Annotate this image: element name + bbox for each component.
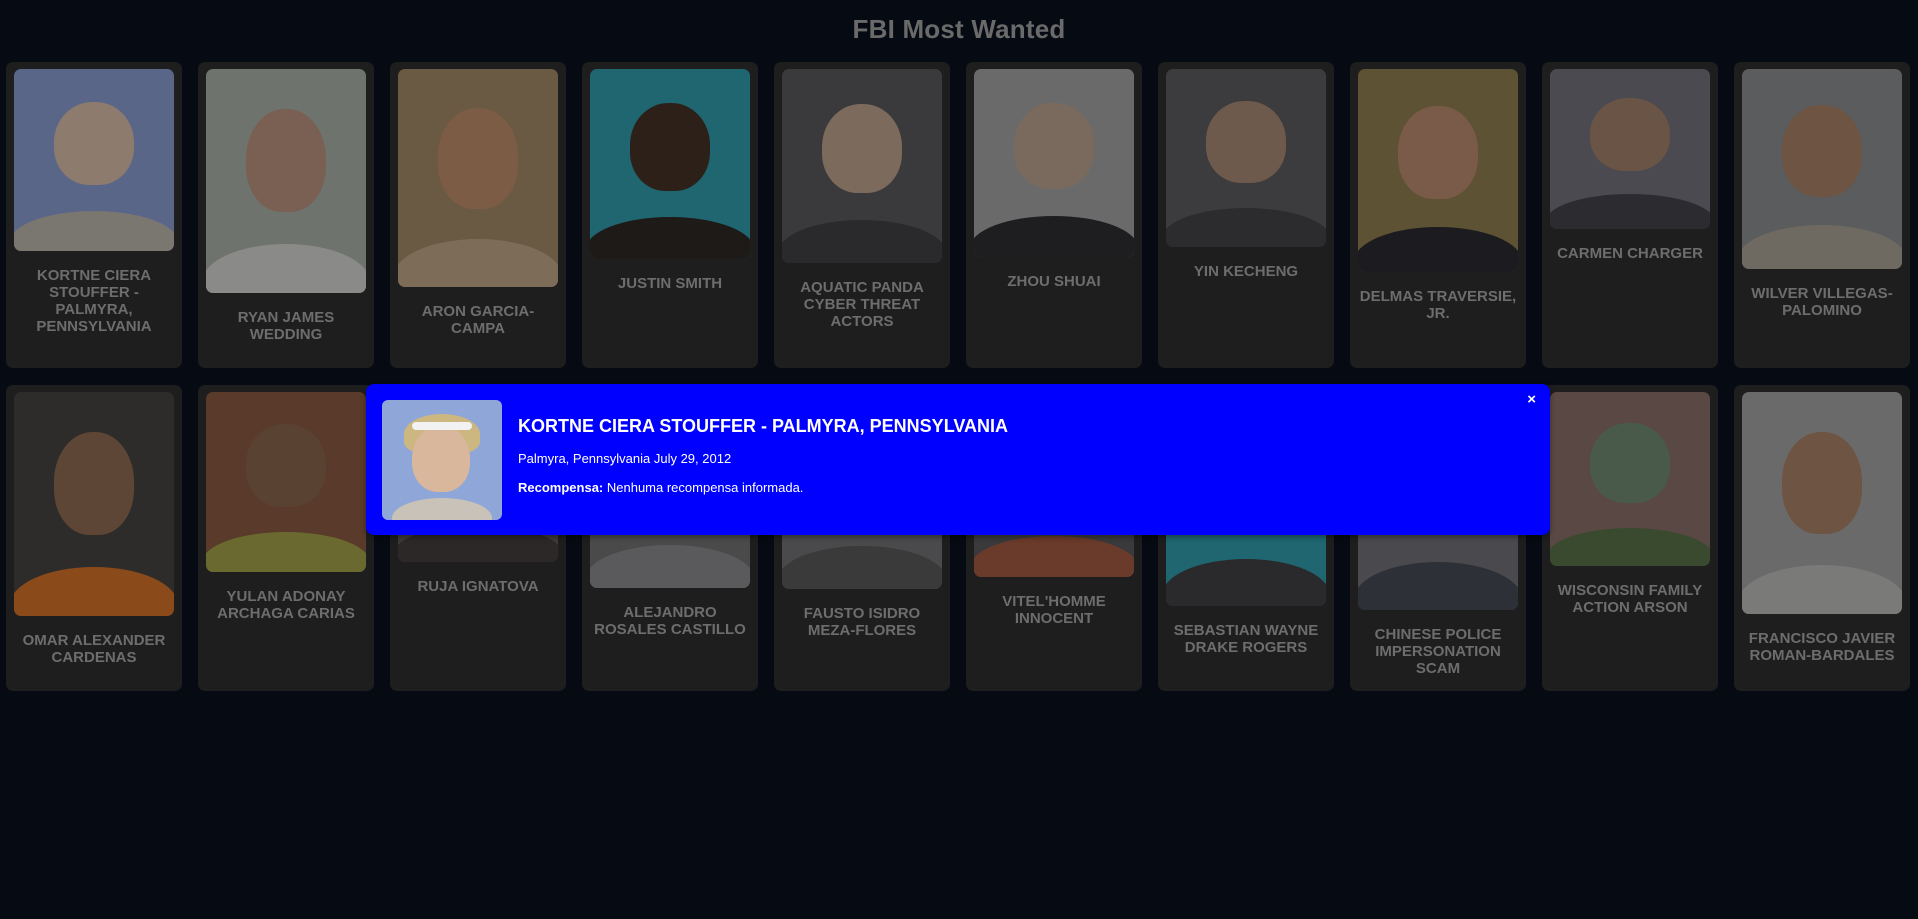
wanted-photo	[14, 392, 174, 616]
wanted-name: VITEL'HOMME INNOCENT	[1002, 593, 1106, 627]
wanted-photo	[206, 69, 366, 293]
wanted-card[interactable]: AQUATIC PANDA CYBER THREAT ACTORS	[774, 62, 950, 368]
wanted-name: KORTNE CIERA STOUFFER - PALMYRA, PENNSYL…	[36, 267, 152, 335]
wanted-card[interactable]: FRANCISCO JAVIER ROMAN-BARDALES	[1734, 385, 1910, 691]
wanted-card[interactable]: CARMEN CHARGER	[1542, 62, 1718, 368]
wanted-photo	[1550, 392, 1710, 566]
wanted-name: YULAN ADONAY ARCHAGA CARIAS	[217, 588, 355, 622]
wanted-card[interactable]: KORTNE CIERA STOUFFER - PALMYRA, PENNSYL…	[6, 62, 182, 368]
wanted-name: ARON GARCIA-CAMPA	[421, 303, 535, 337]
page-title: FBI Most Wanted	[852, 14, 1066, 44]
wanted-name: JUSTIN SMITH	[617, 275, 723, 292]
wanted-photo	[398, 69, 558, 287]
wanted-photo	[14, 69, 174, 251]
wanted-name: FAUSTO ISIDRO MEZA-FLORES	[803, 605, 921, 639]
wanted-photo	[1358, 69, 1518, 272]
wanted-name: SEBASTIAN WAYNE DRAKE ROGERS	[1173, 622, 1319, 656]
wanted-name: CARMEN CHARGER	[1557, 245, 1703, 262]
wanted-photo	[1550, 69, 1710, 229]
wanted-name: FRANCISCO JAVIER ROMAN-BARDALES	[1748, 630, 1896, 664]
wanted-card[interactable]: ZHOU SHUAI	[966, 62, 1142, 368]
wanted-name: RYAN JAMES WEDDING	[237, 309, 335, 343]
reward-value: Nenhuma recompensa informada.	[606, 480, 804, 495]
wanted-card[interactable]: OMAR ALEXANDER CARDENAS	[6, 385, 182, 691]
reward-label: Recompensa:	[518, 480, 604, 495]
wanted-name: ZHOU SHUAI	[1007, 273, 1101, 290]
wanted-grid: KORTNE CIERA STOUFFER - PALMYRA, PENNSYL…	[6, 62, 1918, 691]
wanted-card[interactable]: RYAN JAMES WEDDING	[198, 62, 374, 368]
wanted-name: YIN KECHENG	[1193, 263, 1299, 280]
wanted-card[interactable]: WISCONSIN FAMILY ACTION ARSON	[1542, 385, 1718, 691]
wanted-card[interactable]: YULAN ADONAY ARCHAGA CARIAS	[198, 385, 374, 691]
wanted-card[interactable]: WILVER VILLEGAS-PALOMINO	[1734, 62, 1910, 368]
modal-info: KORTNE CIERA STOUFFER - PALMYRA, PENNSYL…	[518, 400, 1534, 495]
wanted-name: WILVER VILLEGAS-PALOMINO	[1751, 285, 1893, 319]
wanted-card[interactable]: JUSTIN SMITH	[582, 62, 758, 368]
wanted-card[interactable]: ARON GARCIA-CAMPA	[390, 62, 566, 368]
wanted-photo	[1742, 69, 1902, 269]
wanted-name: CHINESE POLICE IMPERSONATION SCAM	[1374, 626, 1502, 677]
wanted-photo	[782, 69, 942, 263]
wanted-card[interactable]: YIN KECHENG	[1158, 62, 1334, 368]
wanted-photo	[1742, 392, 1902, 614]
close-button[interactable]: ×	[1527, 392, 1536, 407]
wanted-name: RUJA IGNATOVA	[417, 578, 539, 595]
wanted-name: WISCONSIN FAMILY ACTION ARSON	[1557, 582, 1703, 616]
modal-photo	[382, 400, 502, 520]
wanted-photo	[206, 392, 366, 572]
modal-description: Palmyra, Pennsylvania July 29, 2012	[518, 451, 732, 466]
wanted-card[interactable]: DELMAS TRAVERSIE, JR.	[1350, 62, 1526, 368]
modal-reward: Recompensa: Nenhuma recompensa informada…	[518, 480, 1534, 495]
modal-name: KORTNE CIERA STOUFFER - PALMYRA, PENNSYL…	[518, 416, 1009, 436]
wanted-name: ALEJANDRO ROSALES CASTILLO	[594, 604, 746, 638]
wanted-name: AQUATIC PANDA CYBER THREAT ACTORS	[800, 279, 924, 330]
wanted-name: DELMAS TRAVERSIE, JR.	[1359, 288, 1517, 322]
detail-modal: KORTNE CIERA STOUFFER - PALMYRA, PENNSYL…	[366, 384, 1550, 535]
wanted-photo	[1166, 69, 1326, 247]
wanted-name: OMAR ALEXANDER CARDENAS	[22, 632, 166, 666]
wanted-photo	[974, 69, 1134, 257]
page: FBI Most Wanted KORTNE CIERA STOUFFER - …	[0, 0, 1918, 919]
wanted-photo	[590, 69, 750, 259]
